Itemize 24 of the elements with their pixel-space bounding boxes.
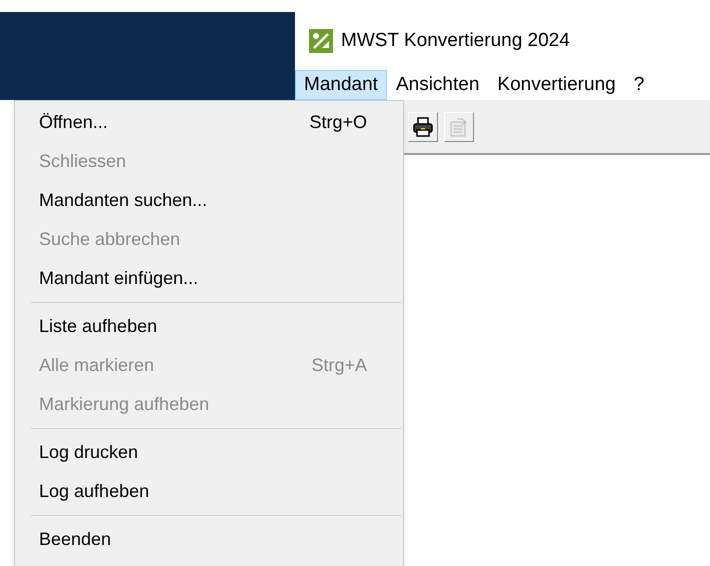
menu-entry[interactable]: Liste aufheben bbox=[15, 307, 403, 346]
menu-entry[interactable]: Mandant einfügen... bbox=[15, 259, 403, 298]
menu-entry-label: Schliessen bbox=[39, 150, 126, 173]
menu-entry-label: Öffnen... bbox=[39, 111, 108, 134]
menu-entry[interactable]: Log drucken bbox=[15, 433, 403, 472]
menu-entry-label: Log aufheben bbox=[39, 480, 150, 503]
printer-icon bbox=[412, 116, 434, 138]
menu-entry-label: Suche abbrechen bbox=[39, 228, 180, 251]
menu-entry[interactable]: Beenden bbox=[15, 520, 403, 559]
menu-entry[interactable]: Mandanten suchen... bbox=[15, 181, 403, 220]
menu-item[interactable]: Mandant bbox=[295, 70, 387, 100]
toolbar-button[interactable] bbox=[408, 112, 438, 142]
menu-entry-label: Mandanten suchen... bbox=[39, 189, 208, 212]
menu-entry-label: Liste aufheben bbox=[39, 315, 158, 338]
menu-entry-label: Markierung aufheben bbox=[39, 393, 210, 416]
menu-entry[interactable]: Log aufheben bbox=[15, 472, 403, 511]
menu-entry-label: Mandant einfügen... bbox=[39, 267, 198, 290]
shortcut-label: Strg+O bbox=[309, 111, 367, 134]
shortcut-label: Strg+A bbox=[311, 354, 367, 377]
menu-entry[interactable]: Öffnen... Strg+O bbox=[15, 103, 403, 142]
window-title: MWST Konvertierung 2024 bbox=[341, 28, 570, 53]
menu-entry-label: Alle markieren bbox=[39, 354, 154, 377]
menu-entry-label: Beenden bbox=[39, 528, 112, 551]
menu-entry-label: Log drucken bbox=[39, 441, 138, 464]
